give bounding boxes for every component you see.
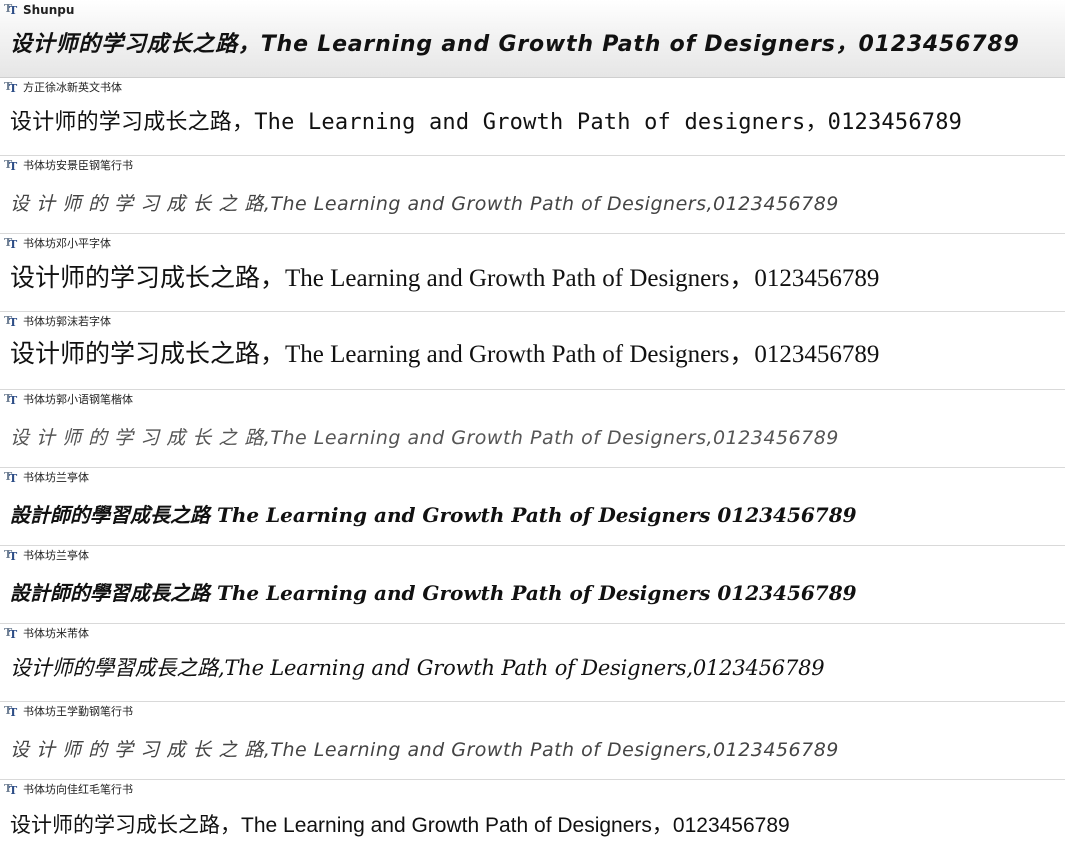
font-name: 方正徐冰新英文书体 [23,81,122,94]
truetype-font-icon: TT [4,548,18,563]
font-row-fangzheng-xubing[interactable]: TT 方正徐冰新英文书体 设计师的学习成长之路，The Learning and… [0,78,1065,156]
font-sample-text: 设计师的學習成長之路,The Learning and Growth Path … [10,656,825,680]
font-sample-text: 设 计 师 的 学 习 成 长 之 路,The Learning and Gro… [10,193,839,215]
font-name: 书体坊郭小语钢笔楷体 [23,393,133,406]
truetype-font-icon: TT [4,80,18,95]
truetype-font-icon: TT [4,2,18,17]
font-name: Shunpu [23,3,75,17]
font-row-shunpu[interactable]: TT Shunpu 设计师的学习成长之路，The Learning and Gr… [0,0,1065,78]
font-row-header: TT 书体坊兰亭体 [4,548,89,564]
font-sample-text: 設計師的學習成長之路 The Learning and Growth Path … [10,503,857,527]
truetype-font-icon: TT [4,236,18,251]
font-name: 书体坊王学勤钢笔行书 [23,705,133,718]
font-row-guoxiaoyu[interactable]: TT 书体坊郭小语钢笔楷体 设 计 师 的 学 习 成 长 之 路,The Le… [0,390,1065,468]
truetype-font-icon: TT [4,782,18,797]
font-name: 书体坊郭沫若字体 [23,315,111,328]
font-row-header: TT 书体坊郭小语钢笔楷体 [4,392,133,408]
truetype-font-icon: TT [4,314,18,329]
font-sample-text: 设 计 师 的 学 习 成 长 之 路,The Learning and Gro… [10,739,839,761]
font-row-header: TT 书体坊兰亭体 [4,470,89,486]
font-row-header: TT 书体坊郭沫若字体 [4,314,111,330]
font-sample-text: 设计师的学习成长之路，The Learning and Growth Path … [10,32,1020,57]
font-row-guomoruo[interactable]: TT 书体坊郭沫若字体 设计师的学习成长之路，The Learning and … [0,312,1065,390]
font-name: 书体坊邓小平字体 [23,237,111,250]
font-row-header: TT 书体坊王学勤钢笔行书 [4,704,133,720]
font-row-header: TT 书体坊安景臣钢笔行书 [4,158,133,174]
font-row-header: TT 书体坊邓小平字体 [4,236,111,252]
font-row-header: TT 方正徐冰新英文书体 [4,80,122,96]
font-row-xiangjiahong[interactable]: TT 书体坊向佳红毛笔行书 设计师的学习成长之路，The Learning an… [0,780,1065,858]
font-row-mifu[interactable]: TT 书体坊米芾体 设计师的學習成長之路,The Learning and Gr… [0,624,1065,702]
truetype-font-icon: TT [4,158,18,173]
font-name: 书体坊兰亭体 [23,549,89,562]
truetype-font-icon: TT [4,704,18,719]
font-name: 书体坊向佳红毛笔行书 [23,783,133,796]
truetype-font-icon: TT [4,392,18,407]
font-sample-text: 设计师的学习成长之路，The Learning and Growth Path … [10,110,963,135]
font-row-header: TT 书体坊米芾体 [4,626,89,642]
truetype-font-icon: TT [4,470,18,485]
font-row-lanting-2[interactable]: TT 书体坊兰亭体 設計師的學習成長之路 The Learning and Gr… [0,546,1065,624]
font-sample-text: 设计师的学习成长之路，The Learning and Growth Path … [10,814,790,837]
font-sample-text: 设计师的学习成长之路，The Learning and Growth Path … [10,265,880,292]
font-row-header: TT Shunpu [4,2,74,18]
font-list: TT Shunpu 设计师的学习成长之路，The Learning and Gr… [0,0,1065,858]
font-row-header: TT 书体坊向佳红毛笔行书 [4,782,133,798]
font-row-dengxiaoping[interactable]: TT 书体坊邓小平字体 设计师的学习成长之路，The Learning and … [0,234,1065,312]
font-sample-text: 设计师的学习成长之路，The Learning and Growth Path … [10,341,880,368]
font-name: 书体坊兰亭体 [23,471,89,484]
font-name: 书体坊安景臣钢笔行书 [23,159,133,172]
font-sample-text: 設計師的學習成長之路 The Learning and Growth Path … [10,581,857,605]
truetype-font-icon: TT [4,626,18,641]
font-sample-text: 设 计 师 的 学 习 成 长 之 路,The Learning and Gro… [10,427,839,449]
font-row-lanting-1[interactable]: TT 书体坊兰亭体 設計師的學習成長之路 The Learning and Gr… [0,468,1065,546]
font-name: 书体坊米芾体 [23,627,89,640]
font-row-wangxueqin[interactable]: TT 书体坊王学勤钢笔行书 设 计 师 的 学 习 成 长 之 路,The Le… [0,702,1065,780]
font-row-anjingchen[interactable]: TT 书体坊安景臣钢笔行书 设 计 师 的 学 习 成 长 之 路,The Le… [0,156,1065,234]
